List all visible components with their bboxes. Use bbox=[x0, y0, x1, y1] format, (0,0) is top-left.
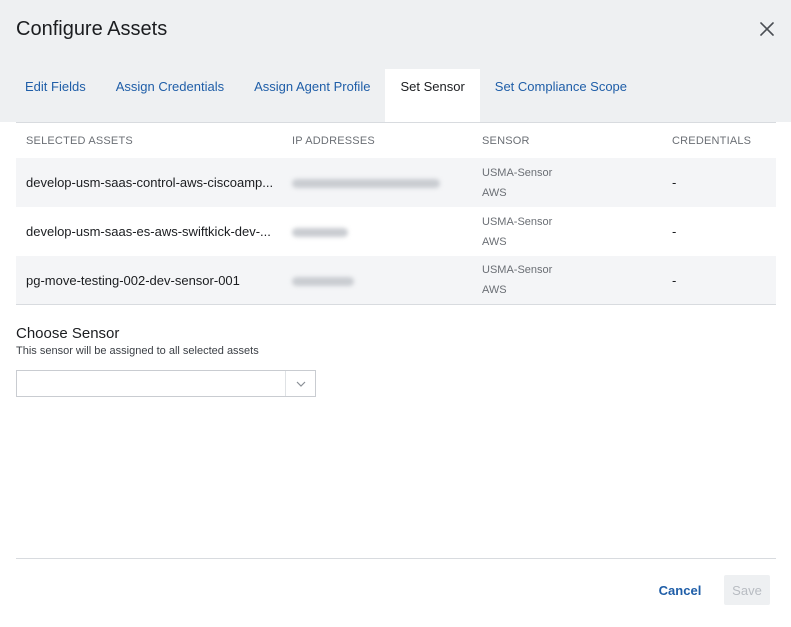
table-row: develop-usm-saas-es-aws-swiftkick-dev-..… bbox=[16, 207, 776, 256]
choose-sensor-title: Choose Sensor bbox=[16, 325, 120, 342]
asset-name: pg-move-testing-002-dev-sensor-001 bbox=[26, 272, 240, 288]
table-row: develop-usm-saas-control-aws-ciscoamp...… bbox=[16, 158, 776, 207]
sensor-provider: AWS bbox=[482, 235, 507, 248]
table-row: pg-move-testing-002-dev-sensor-001 USMA-… bbox=[16, 256, 776, 305]
save-button[interactable]: Save bbox=[724, 575, 770, 605]
credentials-value: - bbox=[672, 175, 677, 190]
choose-sensor-description: This sensor will be assigned to all sele… bbox=[16, 345, 259, 357]
close-icon bbox=[760, 22, 774, 36]
sensor-name: USMA-Sensor bbox=[482, 215, 553, 228]
choose-sensor-section: Choose Sensor This sensor will be assign… bbox=[16, 325, 259, 357]
tab-edit-fields[interactable]: Edit Fields bbox=[10, 69, 101, 104]
credentials-value: - bbox=[672, 272, 677, 288]
selected-assets-table: SELECTED ASSETS IP ADDRESSES SENSOR CRED… bbox=[16, 122, 776, 305]
sensor-name: USMA-Sensor bbox=[482, 166, 553, 179]
tab-set-compliance-scope[interactable]: Set Compliance Scope bbox=[480, 69, 642, 104]
dialog-title: Configure Assets bbox=[16, 18, 168, 40]
header-selected-assets: SELECTED ASSETS bbox=[26, 134, 133, 147]
ip-address-redacted bbox=[282, 273, 472, 288]
tab-assign-agent-profile[interactable]: Assign Agent Profile bbox=[239, 69, 385, 104]
credentials-value: - bbox=[672, 224, 677, 239]
header-credentials: CREDENTIALS bbox=[672, 134, 752, 147]
ip-address-redacted bbox=[282, 175, 472, 190]
tab-set-sensor[interactable]: Set Sensor bbox=[385, 69, 480, 122]
footer-divider bbox=[16, 558, 776, 559]
sensor-cell: USMA-Sensor AWS bbox=[472, 212, 662, 252]
dialog-header: Configure Assets Edit Fields Assign Cred… bbox=[0, 0, 791, 122]
sensor-select[interactable] bbox=[16, 370, 316, 397]
sensor-cell: USMA-Sensor AWS bbox=[472, 163, 662, 203]
asset-name: develop-usm-saas-es-aws-swiftkick-dev-..… bbox=[26, 224, 271, 239]
ip-address-redacted bbox=[282, 224, 472, 239]
header-sensor: SENSOR bbox=[482, 134, 530, 147]
table-header: SELECTED ASSETS IP ADDRESSES SENSOR CRED… bbox=[16, 123, 776, 158]
sensor-cell: USMA-Sensor AWS bbox=[472, 260, 662, 300]
cancel-button[interactable]: Cancel bbox=[650, 576, 710, 604]
sensor-name: USMA-Sensor bbox=[482, 264, 553, 276]
sensor-select-toggle[interactable] bbox=[285, 371, 315, 396]
header-ip-addresses: IP ADDRESSES bbox=[292, 134, 375, 147]
close-button[interactable] bbox=[755, 14, 779, 42]
tab-bar: Edit Fields Assign Credentials Assign Ag… bbox=[10, 69, 642, 122]
chevron-down-icon bbox=[296, 381, 305, 387]
asset-name: develop-usm-saas-control-aws-ciscoamp... bbox=[26, 175, 274, 190]
sensor-provider: AWS bbox=[482, 284, 507, 296]
sensor-provider: AWS bbox=[482, 186, 507, 199]
tab-assign-credentials[interactable]: Assign Credentials bbox=[101, 69, 239, 104]
